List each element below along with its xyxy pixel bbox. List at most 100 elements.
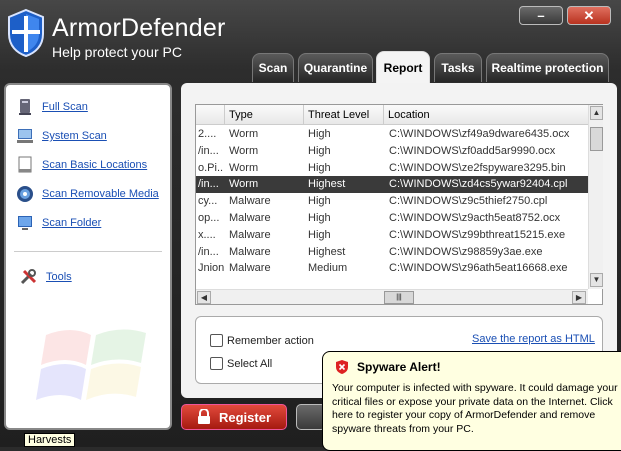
column-header-location[interactable]: Location <box>384 105 588 125</box>
column-header-threat-level[interactable]: Threat Level <box>304 105 384 125</box>
cell-location: C:\WINDOWS\z99bthreat15215.exe <box>389 228 566 241</box>
table-row[interactable]: /in... Worm High C:\WINDOWS\zf0add5ar9990.o… <box>196 143 588 160</box>
sidebar-item-label: Tools <box>46 271 72 283</box>
table-row[interactable]: o.Pi... Worm High C:\WINDOWS\ze2fspyware329… <box>196 160 588 177</box>
cell-type: Malware <box>229 245 271 258</box>
table-row[interactable]: cy... Malware High C:\WINDOWS\z9c5thief2750… <box>196 193 588 210</box>
alert-title: Spyware Alert! <box>357 360 441 374</box>
cell-type: Worm <box>229 144 259 157</box>
alert-message[interactable]: Your computer is infected with spyware. … <box>332 382 621 436</box>
cell-type: Worm <box>229 161 259 174</box>
cell-threat-level: High <box>308 228 331 241</box>
tab-realtime-protection[interactable]: Realtime protection <box>486 53 609 82</box>
cell-location: C:\WINDOWS\ze2fspyware3295.bin <box>389 161 566 174</box>
sidebar-item-tools[interactable]: Tools <box>20 267 72 287</box>
scroll-right-icon[interactable]: ▶ <box>572 291 586 304</box>
vertical-scrollbar[interactable]: ▲ ▼ <box>588 105 603 289</box>
cell-name: /in... <box>198 144 219 157</box>
scroll-left-icon[interactable]: ◀ <box>197 291 211 304</box>
remember-action-checkbox[interactable]: Remember action <box>210 334 314 347</box>
cell-type: Malware <box>229 211 271 224</box>
table-header: Type Threat Level Location <box>196 105 588 125</box>
register-label: Register <box>218 409 272 425</box>
sidebar-item-scan-basic-locations[interactable]: Scan Basic Locations <box>16 155 147 175</box>
cell-threat-level: Highest <box>308 245 346 258</box>
table-row[interactable]: 2.... Worm High C:\WINDOWS\zf49a9dware6435.… <box>196 126 588 143</box>
scroll-thumb[interactable]: ||| <box>384 291 414 304</box>
tools-icon <box>20 269 37 285</box>
save-report-link[interactable]: Save the report as HTML <box>472 333 595 345</box>
document-icon <box>18 156 32 173</box>
scroll-down-icon[interactable]: ▼ <box>590 273 603 287</box>
register-button[interactable]: Register <box>181 404 287 430</box>
cell-threat-level: High <box>308 128 331 140</box>
table-row[interactable]: Jnion Malware Medium C:\WINDOWS\z96ath5eat1… <box>196 260 588 277</box>
cell-threat-level: Medium <box>308 262 348 275</box>
alert-header: Spyware Alert! <box>335 360 441 374</box>
monitor-icon <box>18 216 32 230</box>
column-header-type[interactable]: Type <box>225 105 304 125</box>
sidebar-item-system-scan[interactable]: System Scan <box>16 126 107 146</box>
cell-location: C:\WINDOWS\z9acth5eat8752.ocx <box>389 211 561 224</box>
minimize-button[interactable]: – <box>519 6 563 25</box>
tab-scan[interactable]: Scan <box>252 53 294 82</box>
table-row[interactable]: x.... Malware High C:\WINDOWS\z99bthreat152… <box>196 227 588 244</box>
sidebar-item-full-scan[interactable]: Full Scan <box>16 97 88 117</box>
cell-threat-level: High <box>308 195 331 208</box>
cell-threat-level: Highest <box>308 178 346 191</box>
checkbox-box[interactable] <box>210 334 223 347</box>
cell-type: Malware <box>229 228 271 241</box>
scroll-thumb[interactable] <box>590 127 603 151</box>
cell-threat-level: High <box>308 161 331 174</box>
sidebar-item-scan-folder[interactable]: Scan Folder <box>16 213 101 233</box>
cell-threat-level: High <box>308 211 331 224</box>
sidebar-item-label: System Scan <box>42 130 107 142</box>
cell-location: C:\WINDOWS\z96ath5eat16668.exe <box>389 262 568 275</box>
app-subtitle: Help protect your PC <box>52 44 182 60</box>
app-title: ArmorDefender <box>52 14 226 42</box>
cell-location: C:\WINDOWS\z98859y3ae.exe <box>389 245 543 258</box>
cell-location: C:\WINDOWS\zf49a9dware6435.ocx <box>389 128 570 140</box>
tab-quarantine[interactable]: Quarantine <box>298 53 373 82</box>
select-all-label: Select All <box>227 357 273 370</box>
table-row[interactable]: op... Malware High C:\WINDOWS\z9acth5eat875… <box>196 210 588 227</box>
cell-name: 2.... <box>198 128 217 140</box>
cell-name: /in... <box>198 178 219 191</box>
cell-name: o.Pi... <box>198 161 224 174</box>
sidebar-item-label: Scan Folder <box>42 217 102 229</box>
cell-location: C:\WINDOWS\zd4cs5ywar92404.cpl <box>389 178 568 191</box>
cell-type: Malware <box>229 195 271 208</box>
spyware-alert-balloon[interactable]: Spyware Alert! Your computer is infected… <box>322 351 621 451</box>
alert-shield-icon <box>336 360 348 374</box>
sidebar-item-label: Scan Removable Media <box>42 188 159 200</box>
scroll-up-icon[interactable]: ▲ <box>590 106 603 120</box>
cell-type: Worm <box>229 128 259 140</box>
cell-type: Malware <box>229 262 271 275</box>
remember-action-label: Remember action <box>227 334 314 347</box>
tab-report[interactable]: Report <box>376 51 430 84</box>
sidebar-item-scan-removable-media[interactable]: Scan Removable Media <box>16 184 159 204</box>
table-row[interactable]: /in... Worm Highest C:\WINDOWS\zd4cs5ywar92… <box>196 176 588 194</box>
sidebar-item-label: Scan Basic Locations <box>42 159 148 171</box>
cell-name: op... <box>198 211 220 224</box>
column-header-name[interactable] <box>196 105 225 125</box>
sidebar-divider <box>14 251 162 252</box>
close-button[interactable]: ✕ <box>567 6 611 25</box>
horizontal-scrollbar[interactable]: ◀ ||| ▶ <box>196 289 588 304</box>
tab-tasks[interactable]: Tasks <box>434 53 482 82</box>
select-all-checkbox[interactable]: Select All <box>210 357 272 370</box>
tooltip: Harvests <box>24 433 76 447</box>
cell-type: Worm <box>229 178 259 191</box>
table-body: 2.... Worm High C:\WINDOWS\zf49a9dware6435.… <box>196 126 588 277</box>
shield-logo-icon <box>8 8 44 58</box>
table-row[interactable]: /in... Malware Highest C:\WINDOWS\z98859y3a… <box>196 244 588 261</box>
checkbox-box[interactable] <box>210 357 223 370</box>
cell-location: C:\WINDOWS\zf0add5ar9990.ocx <box>389 144 556 157</box>
sidebar: Full Scan System Scan Scan Basic Locatio… <box>4 83 172 430</box>
sidebar-item-label: Full Scan <box>42 101 88 113</box>
cell-name: /in... <box>198 245 219 258</box>
cell-name: Jnion <box>198 262 224 275</box>
cell-name: x.... <box>198 228 216 241</box>
cell-name: cy... <box>198 195 218 208</box>
windows-watermark-icon <box>36 329 146 400</box>
